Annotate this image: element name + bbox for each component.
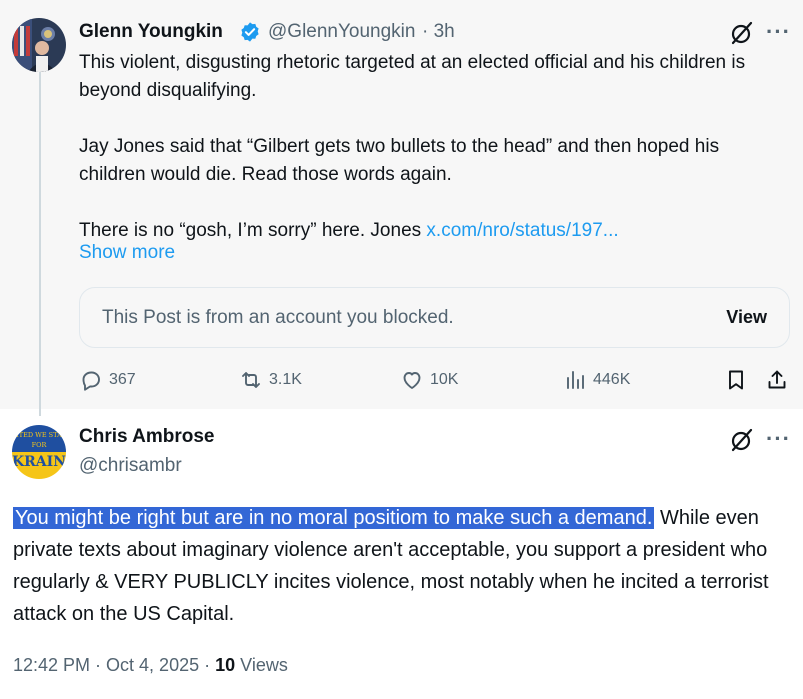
post-paragraph: Jay Jones said that “Gilbert gets two bu… bbox=[79, 136, 720, 185]
post-paragraph-text: There is no “gosh, I’m sorry” here. Jone… bbox=[79, 220, 427, 241]
avatar[interactable] bbox=[12, 18, 66, 72]
post-footer: 12:42 PM · Oct 4, 2025 · 10 Views bbox=[13, 655, 288, 676]
author-name[interactable]: Glenn Youngkin bbox=[79, 21, 223, 43]
author-handle[interactable]: @GlennYoungkin bbox=[268, 21, 415, 43]
post-timestamp[interactable]: 12:42 PM · Oct 4, 2025 · bbox=[13, 655, 215, 675]
more-icon[interactable]: ··· bbox=[766, 21, 791, 43]
share-icon bbox=[768, 370, 786, 389]
parent-tweet[interactable]: Glenn Youngkin @GlennYoungkin · 3h ··· T… bbox=[0, 0, 803, 416]
selected-text: You might be right but are in no moral p… bbox=[13, 507, 655, 529]
views-number: 10 bbox=[215, 655, 236, 675]
like-count: 10K bbox=[430, 371, 459, 388]
bookmark-icon bbox=[729, 370, 743, 390]
avatar-text: NITED WE STAN bbox=[12, 431, 66, 439]
avatar-image: NITED WE STAN FOR KRAIN bbox=[12, 425, 66, 479]
views-label: Views bbox=[235, 655, 288, 675]
more-icon[interactable]: ··· bbox=[766, 428, 791, 450]
post-text: This violent, disgusting rhetoric target… bbox=[79, 49, 779, 245]
share-button[interactable] bbox=[765, 365, 789, 395]
views-count: 446K bbox=[593, 371, 631, 388]
reply-icon bbox=[82, 371, 100, 391]
grok-icon[interactable] bbox=[729, 20, 755, 46]
post-paragraph: There is no “gosh, I’m sorry” here. Jone… bbox=[79, 217, 779, 245]
like-icon bbox=[403, 372, 421, 389]
author-name[interactable]: Chris Ambrose bbox=[79, 426, 215, 448]
avatar-text: FOR bbox=[32, 441, 48, 449]
blocked-quote-card: This Post is from an account you blocked… bbox=[79, 287, 790, 348]
thread-connector-line bbox=[39, 72, 41, 416]
grok-icon[interactable] bbox=[729, 427, 755, 453]
show-more-link[interactable]: Show more bbox=[79, 242, 175, 264]
author-handle[interactable]: @chrisambr bbox=[79, 455, 182, 477]
bookmark-button[interactable] bbox=[724, 365, 748, 395]
verified-badge-icon bbox=[241, 22, 259, 42]
avatar[interactable]: NITED WE STAN FOR KRAIN bbox=[12, 425, 66, 479]
repost-count: 3.1K bbox=[269, 371, 302, 388]
repost-icon bbox=[242, 372, 260, 388]
post-time[interactable]: · 3h bbox=[422, 21, 455, 43]
reply-count: 367 bbox=[109, 371, 136, 388]
reply-text: You might be right but are in no moral p… bbox=[13, 502, 793, 630]
views-button[interactable]: 446K bbox=[563, 365, 630, 395]
action-bar: 367 3.1K 10K 446K bbox=[79, 365, 795, 395]
repost-button[interactable]: 3.1K bbox=[239, 365, 302, 395]
post-link[interactable]: x.com/nro/status/197... bbox=[426, 220, 618, 241]
blocked-notice: This Post is from an account you blocked… bbox=[102, 307, 454, 328]
post-paragraph: This violent, disgusting rhetoric target… bbox=[79, 52, 746, 101]
like-button[interactable]: 10K bbox=[400, 365, 458, 395]
views-icon bbox=[567, 371, 584, 389]
reply-button[interactable]: 367 bbox=[79, 365, 136, 395]
avatar-image bbox=[12, 18, 66, 72]
view-button[interactable]: View bbox=[726, 307, 767, 328]
avatar-text: KRAIN bbox=[12, 454, 66, 470]
